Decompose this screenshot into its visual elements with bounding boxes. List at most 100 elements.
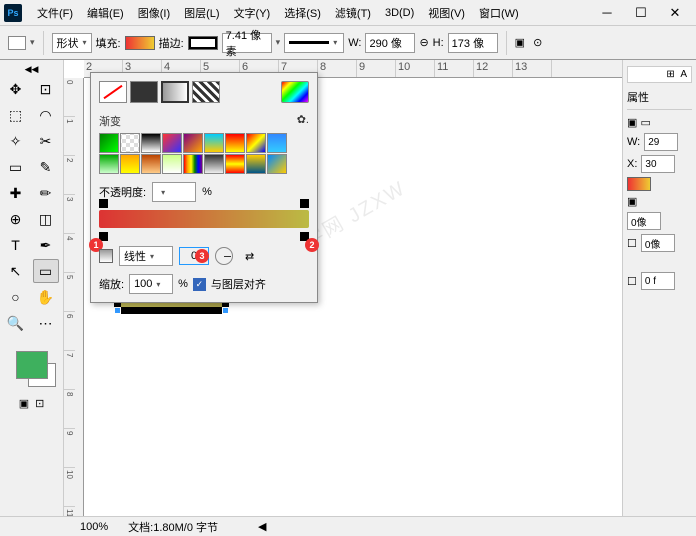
tool-hand[interactable]: ✋ bbox=[33, 285, 59, 309]
gradient-preset[interactable] bbox=[99, 154, 119, 174]
gradient-preset[interactable] bbox=[204, 133, 224, 153]
height-input[interactable]: 173 像 bbox=[448, 33, 498, 53]
prop-fill-swatch[interactable] bbox=[627, 177, 651, 191]
fill-label: 填充: bbox=[96, 35, 121, 51]
tool-heal[interactable]: ✚ bbox=[3, 181, 29, 205]
width-input[interactable]: 290 像 bbox=[365, 33, 415, 53]
menu-image[interactable]: 图像(I) bbox=[131, 3, 177, 23]
tool-crop[interactable]: ✂ bbox=[33, 129, 59, 153]
prop-w-input[interactable]: 29 bbox=[644, 133, 678, 151]
gradient-presets bbox=[99, 133, 309, 174]
width-label: W: bbox=[348, 37, 361, 49]
menu-3d[interactable]: 3D(D) bbox=[378, 5, 421, 21]
menu-view[interactable]: 视图(V) bbox=[421, 3, 472, 23]
prop-x-input[interactable]: 30 bbox=[641, 155, 675, 173]
gradient-preset[interactable] bbox=[120, 154, 140, 174]
tool-path[interactable]: ↖ bbox=[3, 259, 29, 283]
gradient-preset[interactable] bbox=[183, 133, 203, 153]
shape-mode-combo[interactable]: 形状▾ bbox=[52, 33, 92, 53]
reverse-icon[interactable]: ⇄ bbox=[245, 250, 254, 263]
gradient-preset[interactable] bbox=[162, 133, 182, 153]
tool-type[interactable]: T bbox=[3, 233, 29, 257]
tool-more[interactable]: ⋯ bbox=[33, 311, 59, 335]
tool-brush[interactable]: ✏ bbox=[33, 181, 59, 205]
selection-handle[interactable] bbox=[114, 307, 121, 314]
tool-move[interactable]: ✥ bbox=[3, 77, 29, 101]
menu-window[interactable]: 窗口(W) bbox=[472, 3, 526, 23]
gradient-preset[interactable] bbox=[267, 154, 287, 174]
gradient-preset[interactable] bbox=[225, 154, 245, 174]
gradient-preset[interactable] bbox=[204, 154, 224, 174]
minimize-button[interactable]: ─ bbox=[590, 2, 624, 24]
stroke-width-input[interactable]: 7.41 像素 bbox=[222, 33, 272, 53]
gear-icon[interactable]: ✿. bbox=[297, 113, 309, 129]
menu-layer[interactable]: 图层(L) bbox=[177, 3, 226, 23]
gradient-preset[interactable] bbox=[267, 133, 287, 153]
gradient-preset[interactable] bbox=[162, 154, 182, 174]
fill-pattern-button[interactable] bbox=[192, 81, 220, 103]
tool-frame[interactable]: ▭ bbox=[3, 155, 29, 179]
stroke-style-combo[interactable]: ▾ bbox=[284, 33, 344, 53]
tool-eyedropper[interactable]: ✎ bbox=[33, 155, 59, 179]
gradient-opacity-stop[interactable] bbox=[300, 199, 309, 208]
menu-type[interactable]: 文字(Y) bbox=[227, 3, 278, 23]
stroke-swatch[interactable] bbox=[188, 36, 218, 50]
tool-eraser[interactable]: ◫ bbox=[33, 207, 59, 231]
gradient-type-icon bbox=[99, 249, 113, 263]
fill-none-button[interactable] bbox=[99, 81, 127, 103]
tool-lasso[interactable]: ◠ bbox=[33, 103, 59, 127]
close-button[interactable]: ✕ bbox=[658, 2, 692, 24]
tool-marquee[interactable]: ⬚ bbox=[3, 103, 29, 127]
menu-file[interactable]: 文件(F) bbox=[30, 3, 80, 23]
menu-edit[interactable]: 编辑(E) bbox=[80, 3, 131, 23]
shape-preview[interactable] bbox=[8, 36, 26, 50]
color-picker-button[interactable] bbox=[281, 81, 309, 103]
tool-ellipse[interactable]: ○ bbox=[3, 285, 29, 309]
tool-zoom[interactable]: 🔍 bbox=[3, 311, 29, 335]
gradient-preset[interactable] bbox=[246, 154, 266, 174]
selection-handle[interactable] bbox=[222, 307, 229, 314]
menu-filter[interactable]: 滤镜(T) bbox=[328, 3, 378, 23]
scale-input[interactable]: 100▾ bbox=[129, 274, 173, 294]
gradient-preset[interactable] bbox=[183, 154, 203, 174]
gradient-preset[interactable] bbox=[225, 133, 245, 153]
align-icon[interactable]: ▣ bbox=[515, 36, 525, 49]
fg-color-swatch[interactable] bbox=[16, 351, 48, 379]
gradient-editor-bar[interactable]: 1 2 bbox=[99, 210, 309, 228]
gradient-preset[interactable] bbox=[99, 133, 119, 153]
opacity-label: 不透明度: bbox=[99, 184, 146, 200]
prop-corner-tl[interactable]: 0像 bbox=[641, 234, 675, 252]
zoom-level[interactable]: 100% bbox=[80, 521, 108, 533]
panel-tab[interactable]: ⊞ A bbox=[627, 66, 692, 83]
tool-artboard[interactable]: ⊡ bbox=[33, 77, 59, 101]
gradient-preset[interactable] bbox=[246, 133, 266, 153]
opacity-input[interactable]: ▾ bbox=[152, 182, 196, 202]
gradient-preset[interactable] bbox=[120, 133, 140, 153]
scroll-left-icon[interactable]: ◀ bbox=[258, 520, 266, 533]
scale-unit: % bbox=[178, 278, 188, 290]
tool-stamp[interactable]: ⊕ bbox=[3, 207, 29, 231]
tool-pen[interactable]: ✒ bbox=[33, 233, 59, 257]
fill-swatch[interactable] bbox=[125, 36, 155, 50]
link-icon[interactable]: ⊖ bbox=[419, 36, 428, 49]
menu-select[interactable]: 选择(S) bbox=[277, 3, 328, 23]
gradient-type-combo[interactable]: 线性▾ bbox=[119, 246, 173, 266]
angle-dial[interactable] bbox=[215, 247, 233, 265]
quick-mask-icon[interactable]: ▣ bbox=[19, 397, 29, 410]
prop-corner-input[interactable]: 0像 bbox=[627, 212, 661, 230]
prop-corner-bl[interactable]: 0 f bbox=[641, 272, 675, 290]
fill-solid-button[interactable] bbox=[130, 81, 158, 103]
gradient-preset[interactable] bbox=[141, 133, 161, 153]
shape-props-icon: ▣ ▭ bbox=[627, 117, 651, 129]
gradient-preset[interactable] bbox=[141, 154, 161, 174]
tool-wand[interactable]: ✧ bbox=[3, 129, 29, 153]
fill-gradient-button[interactable] bbox=[161, 81, 189, 103]
maximize-button[interactable]: ☐ bbox=[624, 2, 658, 24]
screen-mode-icon[interactable]: ⊡ bbox=[35, 397, 44, 410]
align-checkbox[interactable]: ✓ bbox=[193, 278, 206, 291]
tool-rectangle[interactable]: ▭ bbox=[33, 259, 59, 283]
callout-badge-3: 3 bbox=[195, 249, 209, 263]
gradient-opacity-stop[interactable] bbox=[99, 199, 108, 208]
search-icon[interactable]: ⊙ bbox=[533, 36, 542, 49]
properties-title: 属性 bbox=[627, 89, 692, 105]
